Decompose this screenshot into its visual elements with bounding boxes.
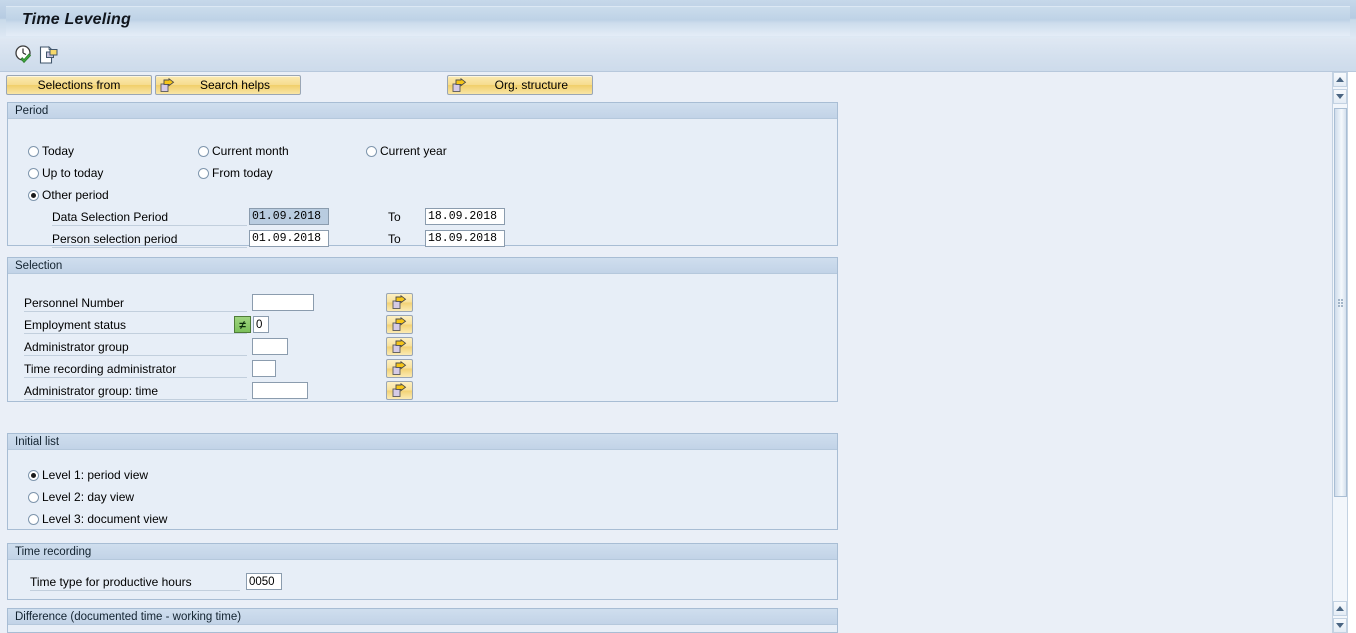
time-recording-group: Time recording Time type for productive … <box>7 543 838 600</box>
period-group-title: Period <box>8 103 837 119</box>
selection-group: Selection Personnel Number Employment st… <box>7 257 838 402</box>
search-helps-button[interactable]: Search helps <box>155 75 301 95</box>
chevron-up-icon <box>1336 77 1344 82</box>
time-recording-administrator-input[interactable] <box>252 360 276 377</box>
get-variant-icon[interactable] <box>38 44 60 66</box>
person-selection-period-from-input[interactable] <box>249 230 329 247</box>
radio-from-today-indicator <box>198 167 209 179</box>
radio-today[interactable]: Today <box>28 144 74 158</box>
scrollbar-grip-icon <box>1338 299 1343 307</box>
data-selection-period-label: Data Selection Period <box>52 210 247 226</box>
radio-today-label: Today <box>42 144 75 158</box>
radio-today-indicator <box>28 145 39 157</box>
radio-other-period-label: Other period <box>42 188 109 202</box>
radio-up-to-today-label: Up to today <box>42 166 104 180</box>
data-selection-period-to-input[interactable] <box>425 208 505 225</box>
org-structure-arrow-icon <box>452 77 467 93</box>
period-group-body: Today Current month Current year Up to t… <box>8 119 837 248</box>
scroll-down-button-bottom[interactable] <box>1333 618 1347 633</box>
time-recording-group-body: Time type for productive hours <box>8 560 837 599</box>
window-title-bar: Time Leveling <box>0 0 1356 38</box>
radio-other-period-indicator <box>28 189 39 201</box>
selections-from-button[interactable]: Selections from <box>6 75 152 95</box>
initial-list-group-body: Level 1: period view Level 2: day view L… <box>8 450 837 529</box>
employment-status-multi-select-button[interactable] <box>386 315 413 334</box>
chevron-up-icon-bottom <box>1336 606 1344 611</box>
org-structure-label: Org. structure <box>494 78 568 92</box>
page-title: Time Leveling <box>22 11 132 28</box>
personnel-number-label: Personnel Number <box>24 296 247 312</box>
initial-list-group: Initial list Level 1: period view Level … <box>7 433 838 530</box>
person-selection-period-to-label: To <box>388 232 401 246</box>
administrator-group-time-multi-select-button[interactable] <box>386 381 413 400</box>
search-helps-arrow-icon <box>160 77 175 93</box>
application-toolbar: © www.tutorialkart.com <box>0 38 1356 100</box>
time-recording-administrator-label: Time recording administrator <box>24 362 247 378</box>
scroll-down-button-top[interactable] <box>1333 89 1347 104</box>
radio-level-1-indicator <box>28 469 39 481</box>
selection-screen-button-bar: Selections from Search helps Org. struct… <box>0 72 1322 98</box>
search-helps-label: Search helps <box>199 78 270 92</box>
data-selection-period-to-label: To <box>388 210 401 224</box>
radio-level-1-period-view[interactable]: Level 1: period view <box>28 468 148 482</box>
time-type-productive-hours-input[interactable] <box>246 573 282 590</box>
radio-current-month-label: Current month <box>212 144 289 158</box>
initial-list-group-title: Initial list <box>8 434 837 450</box>
administrator-group-input[interactable] <box>252 338 288 355</box>
radio-current-month-indicator <box>198 145 209 157</box>
radio-level-2-day-view[interactable]: Level 2: day view <box>28 490 134 504</box>
radio-level-2-indicator <box>28 491 39 503</box>
radio-from-today[interactable]: From today <box>198 166 273 180</box>
radio-from-today-label: From today <box>212 166 273 180</box>
org-structure-button[interactable]: Org. structure <box>447 75 593 95</box>
scroll-up-button-top[interactable] <box>1333 72 1347 87</box>
personnel-number-multi-select-button[interactable] <box>386 293 413 312</box>
radio-up-to-today-indicator <box>28 167 39 179</box>
radio-other-period[interactable]: Other period <box>28 188 109 202</box>
scrollbar-thumb[interactable] <box>1334 108 1347 497</box>
chevron-down-icon <box>1336 94 1344 99</box>
scroll-up-button-bottom[interactable] <box>1333 601 1347 616</box>
selection-group-title: Selection <box>8 258 837 274</box>
employment-status-label: Employment status <box>24 318 247 334</box>
radio-up-to-today[interactable]: Up to today <box>28 166 103 180</box>
radio-level-3-label: Level 3: document view <box>42 512 168 526</box>
difference-group-title: Difference (documented time - working ti… <box>8 609 837 625</box>
selection-group-body: Personnel Number Employment status ≠ Adm… <box>8 274 837 401</box>
employment-status-operator-button[interactable]: ≠ <box>234 316 251 333</box>
radio-current-year-indicator <box>366 145 377 157</box>
period-group: Period Today Current month Current year … <box>7 102 838 248</box>
title-bar-inner: Time Leveling <box>6 6 1350 36</box>
vertical-scrollbar[interactable] <box>1332 72 1348 633</box>
radio-level-3-document-view[interactable]: Level 3: document view <box>28 512 167 526</box>
administrator-group-multi-select-button[interactable] <box>386 337 413 356</box>
time-type-productive-hours-label: Time type for productive hours <box>30 575 240 591</box>
administrator-group-time-input[interactable] <box>252 382 308 399</box>
sap-gui-window: Time Leveling © www.tutorialkart.com Sel… <box>0 0 1356 633</box>
person-selection-period-label: Person selection period <box>52 232 247 248</box>
radio-level-1-label: Level 1: period view <box>42 468 149 482</box>
execute-icon[interactable] <box>13 44 35 66</box>
personnel-number-input[interactable] <box>252 294 314 311</box>
radio-current-year[interactable]: Current year <box>366 144 447 158</box>
time-recording-administrator-multi-select-button[interactable] <box>386 359 413 378</box>
person-selection-period-to-input[interactable] <box>425 230 505 247</box>
chevron-down-icon-bottom <box>1336 623 1344 628</box>
window-right-margin <box>1348 72 1356 633</box>
employment-status-input[interactable] <box>253 316 269 333</box>
data-selection-period-from-input[interactable] <box>249 208 329 225</box>
difference-group: Difference (documented time - working ti… <box>7 608 838 633</box>
radio-level-3-indicator <box>28 513 39 525</box>
radio-current-month[interactable]: Current month <box>198 144 289 158</box>
radio-level-2-label: Level 2: day view <box>42 490 135 504</box>
administrator-group-time-label: Administrator group: time <box>24 384 247 400</box>
administrator-group-label: Administrator group <box>24 340 247 356</box>
time-recording-group-title: Time recording <box>8 544 837 560</box>
radio-current-year-label: Current year <box>380 144 447 158</box>
